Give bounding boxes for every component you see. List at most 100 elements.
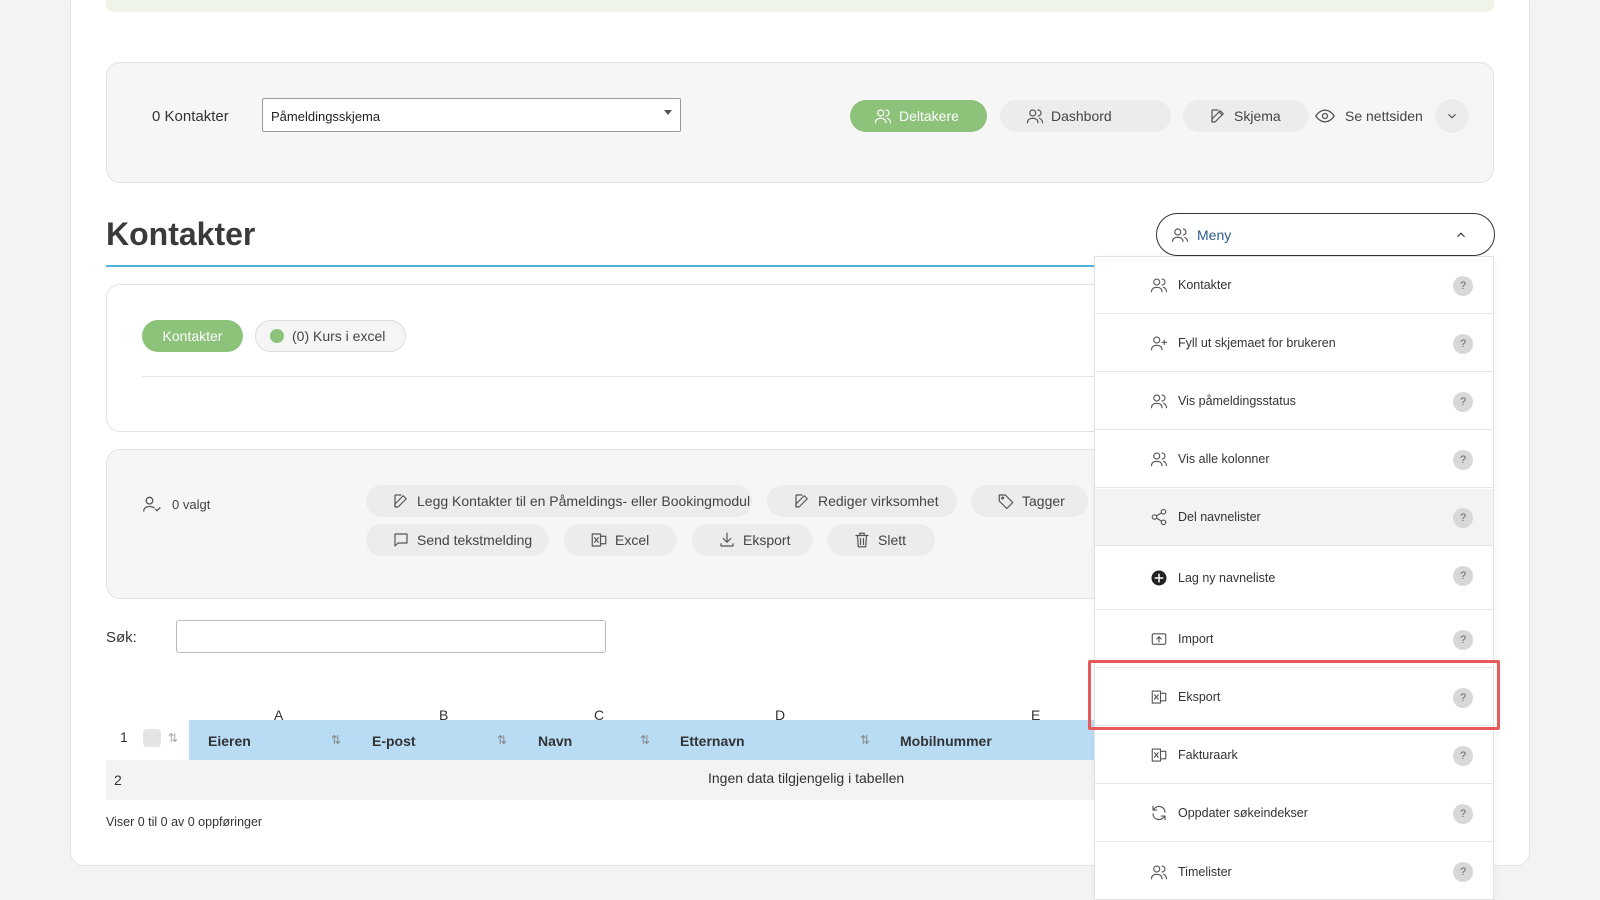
tags-button[interactable]: Tagger bbox=[971, 485, 1088, 517]
export-button[interactable]: Eksport bbox=[692, 524, 813, 556]
help-icon[interactable]: ? bbox=[1453, 334, 1473, 354]
select-all-checkbox[interactable] bbox=[143, 729, 161, 747]
excel-icon bbox=[591, 533, 607, 547]
menu-item-all-columns[interactable]: Vis alle kolonner ? bbox=[1095, 431, 1493, 488]
menu-item-fill-form[interactable]: Fyll ut skjemaet for brukeren ? bbox=[1095, 315, 1493, 372]
menu-item-label: Vis alle kolonner bbox=[1178, 452, 1270, 466]
search-label: Søk: bbox=[106, 629, 137, 646]
divider bbox=[142, 376, 1102, 377]
help-icon[interactable]: ? bbox=[1453, 804, 1473, 824]
contacts-pill-label: Kontakter bbox=[162, 328, 223, 344]
chevron-down-icon bbox=[1448, 113, 1456, 119]
sort-icon[interactable]: ⇅ bbox=[168, 731, 178, 745]
sort-icon[interactable]: ⇅ bbox=[640, 733, 650, 747]
help-icon[interactable]: ? bbox=[1453, 630, 1473, 650]
help-icon[interactable]: ? bbox=[1453, 276, 1473, 296]
menu-item-label: Import bbox=[1178, 632, 1214, 646]
share-icon bbox=[1151, 508, 1167, 526]
menu-item-registration-status[interactable]: Vis påmeldingsstatus ? bbox=[1095, 373, 1493, 430]
tab-dashboard[interactable]: Dashbord bbox=[1000, 100, 1171, 132]
menu-button[interactable]: Meny bbox=[1156, 213, 1495, 256]
send-sms-button[interactable]: Send tekstmelding bbox=[366, 524, 549, 556]
excel-label: Excel bbox=[615, 532, 650, 548]
tab-form[interactable]: Skjema bbox=[1183, 100, 1309, 132]
view-site-link[interactable]: Se nettsiden bbox=[1315, 106, 1423, 126]
menu-item-timesheets[interactable]: Timelister ? bbox=[1095, 843, 1493, 900]
delete-button[interactable]: Slett bbox=[827, 524, 935, 556]
row-number-2: 2 bbox=[114, 772, 122, 788]
excel-button[interactable]: Excel bbox=[564, 524, 677, 556]
header-expand-button[interactable] bbox=[1435, 99, 1469, 133]
menu-button-label: Meny bbox=[1197, 226, 1232, 243]
menu-item-contacts[interactable]: Kontakter ? bbox=[1095, 257, 1493, 314]
table-row bbox=[106, 760, 1096, 800]
tab-participants-label: Deltakere bbox=[899, 108, 959, 124]
export-highlight-box bbox=[1088, 660, 1500, 730]
export-label: Eksport bbox=[743, 532, 791, 548]
message-icon bbox=[394, 533, 408, 547]
excel-list-pill[interactable]: (0) Kurs i excel bbox=[255, 320, 406, 352]
header-email[interactable]: E-post bbox=[372, 733, 416, 749]
contacts-count: 0 Kontakter bbox=[152, 108, 229, 125]
users-icon bbox=[1150, 452, 1168, 467]
excel-list-label: (0) Kurs i excel bbox=[292, 328, 386, 344]
help-icon[interactable]: ? bbox=[1453, 566, 1473, 586]
menu-item-label: Timelister bbox=[1178, 864, 1232, 879]
help-icon[interactable]: ? bbox=[1453, 450, 1473, 470]
menu-item-label: Vis påmeldingsstatus bbox=[1178, 394, 1296, 408]
add-to-module-label: Legg Kontakter til en Påmeldings- eller … bbox=[417, 493, 751, 509]
menu-item-label: Fyll ut skjemaet for brukeren bbox=[1178, 336, 1336, 350]
users-icon bbox=[1150, 278, 1168, 293]
menu-dropdown: Kontakter ? Fyll ut skjemaet for brukere… bbox=[1094, 256, 1494, 900]
user-plus-icon bbox=[1150, 336, 1168, 351]
tags-label: Tagger bbox=[1022, 493, 1065, 509]
excel-icon bbox=[1151, 748, 1167, 762]
row-number-1: 1 bbox=[120, 729, 128, 745]
header-name[interactable]: Navn bbox=[538, 733, 572, 749]
sort-icon[interactable]: ⇅ bbox=[860, 733, 870, 747]
sort-icon[interactable]: ⇅ bbox=[331, 733, 341, 747]
menu-item-share-lists[interactable]: Del navnelister ? bbox=[1095, 489, 1493, 546]
view-site-label: Se nettsiden bbox=[1345, 108, 1423, 124]
edit-icon bbox=[1211, 109, 1224, 123]
sort-icon[interactable]: ⇅ bbox=[497, 733, 507, 747]
empty-table-message: Ingen data tilgjengelig i tabellen bbox=[708, 770, 905, 786]
help-icon[interactable]: ? bbox=[1453, 746, 1473, 766]
users-icon bbox=[1150, 394, 1168, 409]
help-icon[interactable]: ? bbox=[1453, 392, 1473, 412]
status-dot-icon bbox=[270, 329, 284, 343]
user-check-icon bbox=[143, 496, 161, 512]
users-icon bbox=[1171, 227, 1189, 242]
menu-item-update-index[interactable]: Oppdater søkeindekser ? bbox=[1095, 785, 1493, 842]
menu-item-label: Del navnelister bbox=[1178, 510, 1261, 524]
top-banner bbox=[106, 0, 1494, 12]
header-lastname[interactable]: Etternavn bbox=[680, 733, 745, 749]
users-icon bbox=[1150, 864, 1168, 879]
menu-item-label: Fakturaark bbox=[1178, 748, 1238, 762]
refresh-icon bbox=[1152, 805, 1166, 821]
chevron-up-icon bbox=[1457, 232, 1465, 238]
eye-icon bbox=[1315, 109, 1335, 123]
upload-icon bbox=[1151, 633, 1167, 645]
help-icon[interactable]: ? bbox=[1453, 508, 1473, 528]
menu-item-label: Oppdater søkeindekser bbox=[1178, 806, 1308, 820]
header-owner[interactable]: Eieren bbox=[208, 733, 251, 749]
filter-panel bbox=[106, 284, 1206, 432]
tab-participants[interactable]: Deltakere bbox=[850, 100, 987, 132]
tab-dashboard-label: Dashbord bbox=[1051, 108, 1112, 124]
form-select[interactable]: Påmeldingsskjema bbox=[262, 98, 681, 132]
edit-company-button[interactable]: Rediger virksomhet bbox=[767, 485, 957, 517]
add-to-module-button[interactable]: Legg Kontakter til en Påmeldings- eller … bbox=[366, 485, 752, 517]
menu-item-label: Kontakter bbox=[1178, 278, 1232, 292]
menu-item-new-list[interactable]: Lag ny navneliste ? bbox=[1095, 547, 1493, 610]
menu-item-label: Lag ny navneliste bbox=[1178, 571, 1276, 585]
selected-count: 0 valgt bbox=[142, 494, 210, 514]
table-info: Viser 0 til 0 av 0 oppføringer bbox=[106, 815, 263, 829]
contacts-pill[interactable]: Kontakter bbox=[142, 320, 243, 352]
users-icon bbox=[874, 109, 892, 124]
header-mobile[interactable]: Mobilnummer bbox=[900, 733, 992, 749]
menu-item-invoice-sheet[interactable]: Fakturaark ? bbox=[1095, 727, 1493, 784]
help-icon[interactable]: ? bbox=[1453, 862, 1473, 882]
download-icon bbox=[720, 532, 734, 547]
search-input[interactable] bbox=[176, 620, 606, 653]
